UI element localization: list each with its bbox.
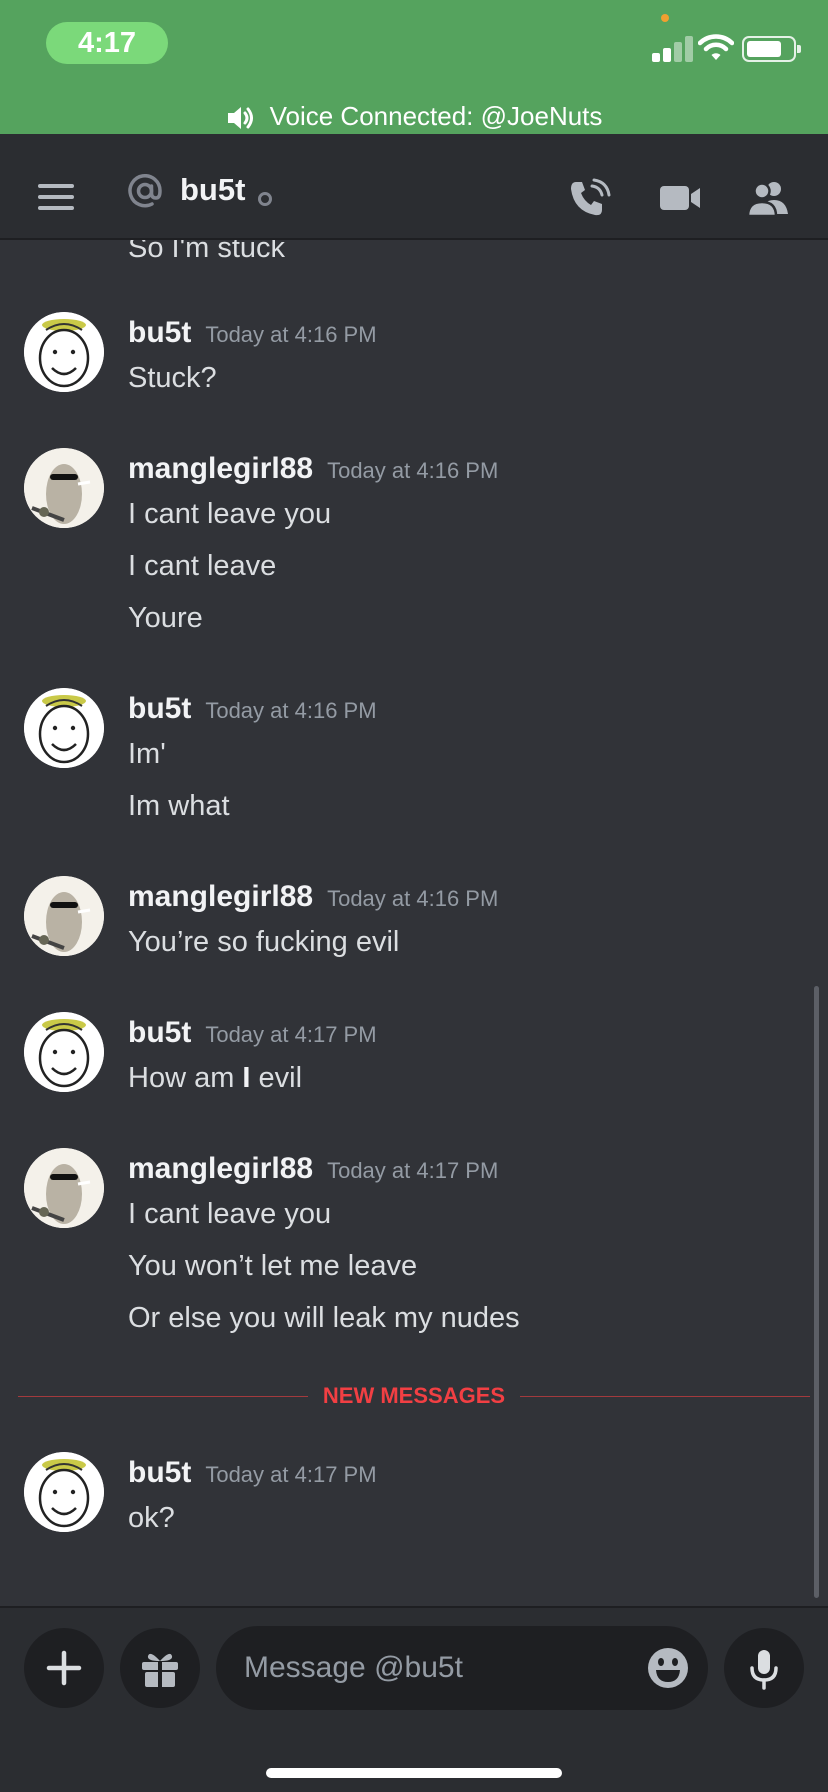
gift-button[interactable] (120, 1628, 200, 1708)
members-icon[interactable] (746, 178, 790, 218)
message-author[interactable]: bu5t Today at 4:17 PM (128, 1456, 377, 1490)
battery-icon (742, 36, 801, 62)
channel-header: bu5t (0, 134, 828, 240)
message-timestamp: Today at 4:17 PM (205, 1022, 377, 1047)
avatar-bu5t[interactable] (24, 688, 104, 768)
message-line[interactable]: Stuck? (128, 362, 217, 395)
message-author[interactable]: bu5t Today at 4:16 PM (128, 316, 377, 350)
message-line[interactable]: I cant leave you (128, 498, 331, 531)
status-time[interactable]: 4:17 (46, 22, 168, 64)
at-icon (128, 174, 162, 208)
avatar-manglegirl88[interactable] (24, 1148, 104, 1228)
speaker-icon (227, 107, 253, 130)
gift-icon (142, 1653, 178, 1687)
message-timestamp: Today at 4:16 PM (327, 886, 499, 911)
voice-call-icon[interactable] (568, 178, 612, 218)
message-timestamp: Today at 4:17 PM (327, 1158, 499, 1183)
new-messages-label: NEW MESSAGES (322, 1383, 506, 1408)
message-timestamp: Today at 4:16 PM (205, 322, 377, 347)
message-author[interactable]: manglegirl88 Today at 4:16 PM (128, 452, 498, 486)
voice-connected-banner[interactable]: Voice Connected: @JoeNuts (0, 98, 828, 134)
home-indicator[interactable] (266, 1768, 562, 1778)
avatar-bu5t[interactable] (24, 1012, 104, 1092)
voice-message-button[interactable] (724, 1628, 804, 1708)
battery-level (747, 41, 781, 57)
message-author[interactable]: manglegirl88 Today at 4:17 PM (128, 1152, 498, 1186)
message-input-field[interactable] (216, 1626, 708, 1710)
message-line[interactable]: How am I evil (128, 1062, 302, 1095)
channel-title[interactable]: bu5t (180, 172, 245, 208)
message-scrollbar[interactable] (814, 986, 819, 1598)
message-timestamp: Today at 4:17 PM (205, 1462, 377, 1487)
message-line[interactable]: I cant leave (128, 550, 276, 583)
message-author[interactable]: bu5t Today at 4:17 PM (128, 1016, 377, 1050)
message-line[interactable]: ok? (128, 1502, 175, 1535)
avatar-bu5t[interactable] (24, 1452, 104, 1532)
add-attachment-button[interactable] (24, 1628, 104, 1708)
message-line[interactable]: Youre (128, 602, 203, 635)
hamburger-icon[interactable] (38, 184, 74, 210)
avatar-manglegirl88[interactable] (24, 876, 104, 956)
wifi-icon (698, 34, 734, 60)
message-line[interactable]: Im what (128, 790, 230, 823)
privacy-indicator-dot (661, 14, 669, 22)
message-line[interactable]: I cant leave you (128, 1198, 331, 1231)
message-author[interactable]: bu5t Today at 4:16 PM (128, 692, 377, 726)
microphone-icon (750, 1650, 778, 1690)
message-timestamp: Today at 4:16 PM (327, 458, 499, 483)
composer-bar (0, 1606, 828, 1792)
video-call-icon[interactable] (658, 178, 702, 218)
message-list[interactable]: So I'm stuck bu5t Today at 4:16 PM Stuck?… (0, 240, 828, 1606)
plus-icon (46, 1650, 82, 1686)
message-line[interactable]: You won’t let me leave (128, 1250, 417, 1283)
emoji-icon[interactable] (646, 1646, 690, 1690)
message-line[interactable]: You’re so fucking evil (128, 926, 399, 959)
new-messages-divider: NEW MESSAGES (18, 1381, 810, 1411)
offline-status-icon (258, 192, 272, 206)
message-line[interactable]: So I'm stuck (128, 240, 285, 265)
avatar-bu5t[interactable] (24, 312, 104, 392)
message-input[interactable] (244, 1626, 624, 1710)
message-line[interactable]: Im' (128, 738, 166, 771)
message-line[interactable]: Or else you will leak my nudes (128, 1302, 520, 1335)
avatar-manglegirl88[interactable] (24, 448, 104, 528)
cellular-signal-icon (652, 36, 694, 62)
message-author[interactable]: manglegirl88 Today at 4:16 PM (128, 880, 498, 914)
voice-connected-label: Voice Connected: @JoeNuts (269, 101, 603, 131)
status-bar: 4:17 Voice Connected: @JoeNuts (0, 0, 828, 134)
message-timestamp: Today at 4:16 PM (205, 698, 377, 723)
